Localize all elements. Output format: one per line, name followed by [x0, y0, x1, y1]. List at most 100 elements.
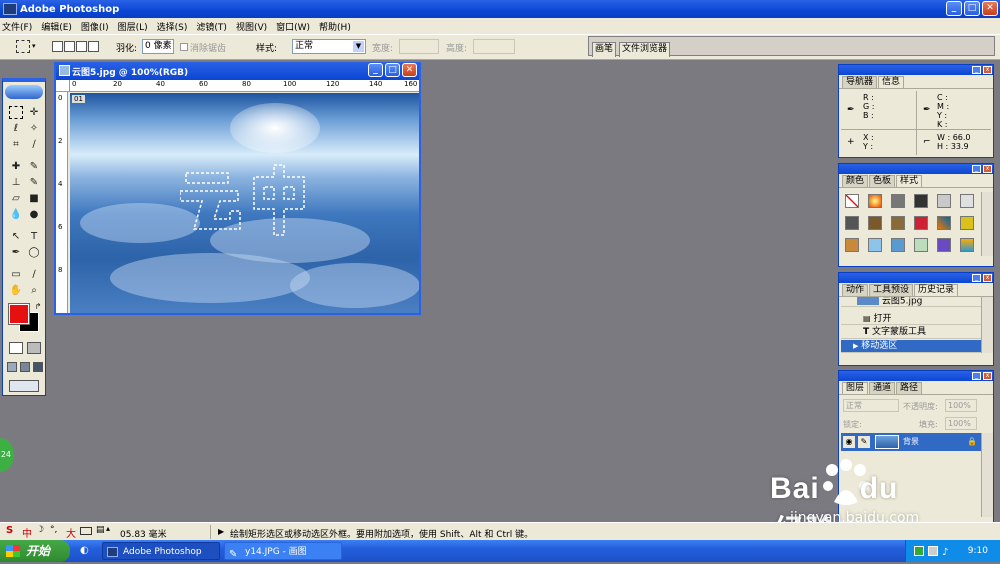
panel-minimize-icon[interactable]: _: [972, 165, 981, 173]
lasso-tool-icon[interactable]: ℓ: [9, 122, 23, 135]
panel-minimize-icon[interactable]: _: [972, 372, 981, 380]
panel-minimize-icon[interactable]: _: [972, 66, 981, 74]
quick-mask-icon[interactable]: [27, 342, 41, 354]
screen-mode-full-icon[interactable]: [33, 362, 43, 372]
keyboard-icon[interactable]: [80, 527, 92, 535]
history-item-selected[interactable]: ▶ 移动选区: [841, 340, 981, 353]
tab-layers[interactable]: 图层: [842, 382, 869, 394]
tray-network-icon[interactable]: [928, 546, 938, 556]
close-button[interactable]: ✕: [982, 1, 998, 16]
minimize-button[interactable]: _: [946, 1, 962, 16]
style-swatch-none[interactable]: [845, 194, 859, 208]
doc-close-button[interactable]: ✕: [402, 63, 417, 77]
type-tool-icon[interactable]: T: [27, 230, 41, 243]
marquee-tool-preset-icon[interactable]: [16, 40, 30, 53]
brush-tool-icon[interactable]: ✎: [27, 160, 41, 173]
menu-view[interactable]: 视图(V): [236, 20, 267, 33]
ime-icon[interactable]: S: [6, 525, 13, 536]
history-item[interactable]: ▤ 打开: [841, 312, 981, 325]
shape-tool-icon[interactable]: ◯: [27, 246, 41, 259]
slice-tool-icon[interactable]: ∕: [27, 138, 41, 151]
marquee-tool-icon[interactable]: [9, 106, 23, 119]
tab-history[interactable]: 历史记录: [914, 284, 959, 296]
subtract-selection-icon[interactable]: [76, 41, 87, 52]
panel-close-icon[interactable]: x: [983, 165, 992, 173]
notification-badge[interactable]: 24: [0, 438, 14, 472]
style-swatch[interactable]: [868, 216, 882, 230]
blur-tool-icon[interactable]: 💧: [9, 208, 23, 221]
visibility-eye-icon[interactable]: ◉: [843, 436, 855, 448]
tab-paths[interactable]: 路径: [896, 382, 923, 394]
style-swatch[interactable]: [960, 194, 974, 208]
menu-image[interactable]: 图像(I): [81, 20, 109, 33]
panel-close-icon[interactable]: x: [983, 66, 992, 74]
tab-tool-presets[interactable]: 工具预设: [869, 284, 914, 296]
status-arrow-icon[interactable]: ▶: [218, 527, 224, 536]
jump-to-imageready-icon[interactable]: [9, 380, 39, 392]
style-swatch[interactable]: [891, 216, 905, 230]
style-swatch[interactable]: [914, 238, 928, 252]
adobe-online-icon[interactable]: [5, 85, 43, 99]
style-select[interactable]: 正常 ▼: [292, 39, 366, 54]
gradient-tool-icon[interactable]: ■: [27, 192, 41, 205]
eraser-tool-icon[interactable]: ▱: [9, 192, 23, 205]
tab-navigator[interactable]: 导航器: [842, 76, 878, 88]
foreground-color-swatch[interactable]: [8, 303, 30, 325]
menu-select[interactable]: 选择(S): [157, 20, 188, 33]
style-swatch[interactable]: [960, 238, 974, 252]
menu-filter[interactable]: 滤镜(T): [196, 20, 227, 33]
eyedropper-icon[interactable]: ∕: [27, 268, 41, 281]
blend-mode-select[interactable]: 正常: [843, 399, 899, 412]
style-swatch[interactable]: [868, 194, 882, 208]
maximize-button[interactable]: □: [964, 1, 980, 16]
clone-stamp-icon[interactable]: ⊥: [9, 176, 23, 189]
menu-file[interactable]: 文件(F): [2, 20, 32, 33]
history-item[interactable]: T 文字蒙版工具: [841, 326, 981, 339]
notes-tool-icon[interactable]: ▭: [9, 268, 23, 281]
ime-language[interactable]: 中: [22, 525, 32, 540]
style-swatch[interactable]: [914, 194, 928, 208]
path-select-icon[interactable]: ↖: [9, 230, 23, 243]
style-swatch[interactable]: [891, 194, 905, 208]
tab-channels[interactable]: 通道: [869, 382, 896, 394]
menu-help[interactable]: 帮助(H): [319, 20, 351, 33]
brush-link-icon[interactable]: ✎: [858, 436, 870, 448]
panel-close-icon[interactable]: x: [983, 372, 992, 380]
doc-maximize-button[interactable]: □: [385, 63, 400, 77]
history-scrollbar[interactable]: [981, 297, 993, 353]
task-photoshop[interactable]: Adobe Photoshop: [102, 542, 220, 560]
fill-input[interactable]: 100%: [945, 417, 977, 430]
pen-tool-icon[interactable]: ✒: [9, 246, 23, 259]
layers-scrollbar[interactable]: [981, 433, 993, 517]
screen-mode-full-menu-icon[interactable]: [20, 362, 30, 372]
panel-minimize-icon[interactable]: _: [972, 274, 981, 282]
tab-styles[interactable]: 样式: [896, 175, 923, 187]
tab-color[interactable]: 颜色: [842, 175, 869, 187]
antialias-checkbox[interactable]: [180, 43, 188, 51]
style-swatch[interactable]: [845, 216, 859, 230]
history-snapshot[interactable]: 云图5.jpg: [841, 297, 981, 307]
hand-tool-icon[interactable]: ✋: [9, 284, 23, 297]
tab-brushes[interactable]: 画笔: [592, 42, 617, 57]
add-selection-icon[interactable]: [64, 41, 75, 52]
tray-ime-icon[interactable]: [914, 546, 924, 556]
ime-tools-icon[interactable]: ▤: [96, 525, 105, 535]
tab-info[interactable]: 信息: [878, 76, 905, 88]
crop-tool-icon[interactable]: ⌗: [9, 138, 23, 151]
chevron-down-icon[interactable]: ▾: [32, 42, 36, 50]
style-swatch[interactable]: [960, 216, 974, 230]
panel-close-icon[interactable]: x: [983, 274, 992, 282]
zoom-tool-icon[interactable]: ⌕: [27, 284, 41, 297]
new-selection-icon[interactable]: [52, 41, 63, 52]
screen-mode-standard-icon[interactable]: [7, 362, 17, 372]
quicklaunch-ie-icon[interactable]: ◐: [80, 545, 89, 556]
opacity-input[interactable]: 100%: [945, 399, 977, 412]
style-swatch[interactable]: [891, 238, 905, 252]
styles-scrollbar[interactable]: [981, 192, 993, 256]
move-tool-icon[interactable]: ✛: [27, 106, 41, 119]
menu-edit[interactable]: 编辑(E): [41, 20, 72, 33]
tab-actions[interactable]: 动作: [842, 284, 869, 296]
start-button[interactable]: 开始: [0, 540, 70, 562]
menu-layer[interactable]: 图层(L): [118, 20, 148, 33]
width-input[interactable]: [399, 39, 439, 54]
